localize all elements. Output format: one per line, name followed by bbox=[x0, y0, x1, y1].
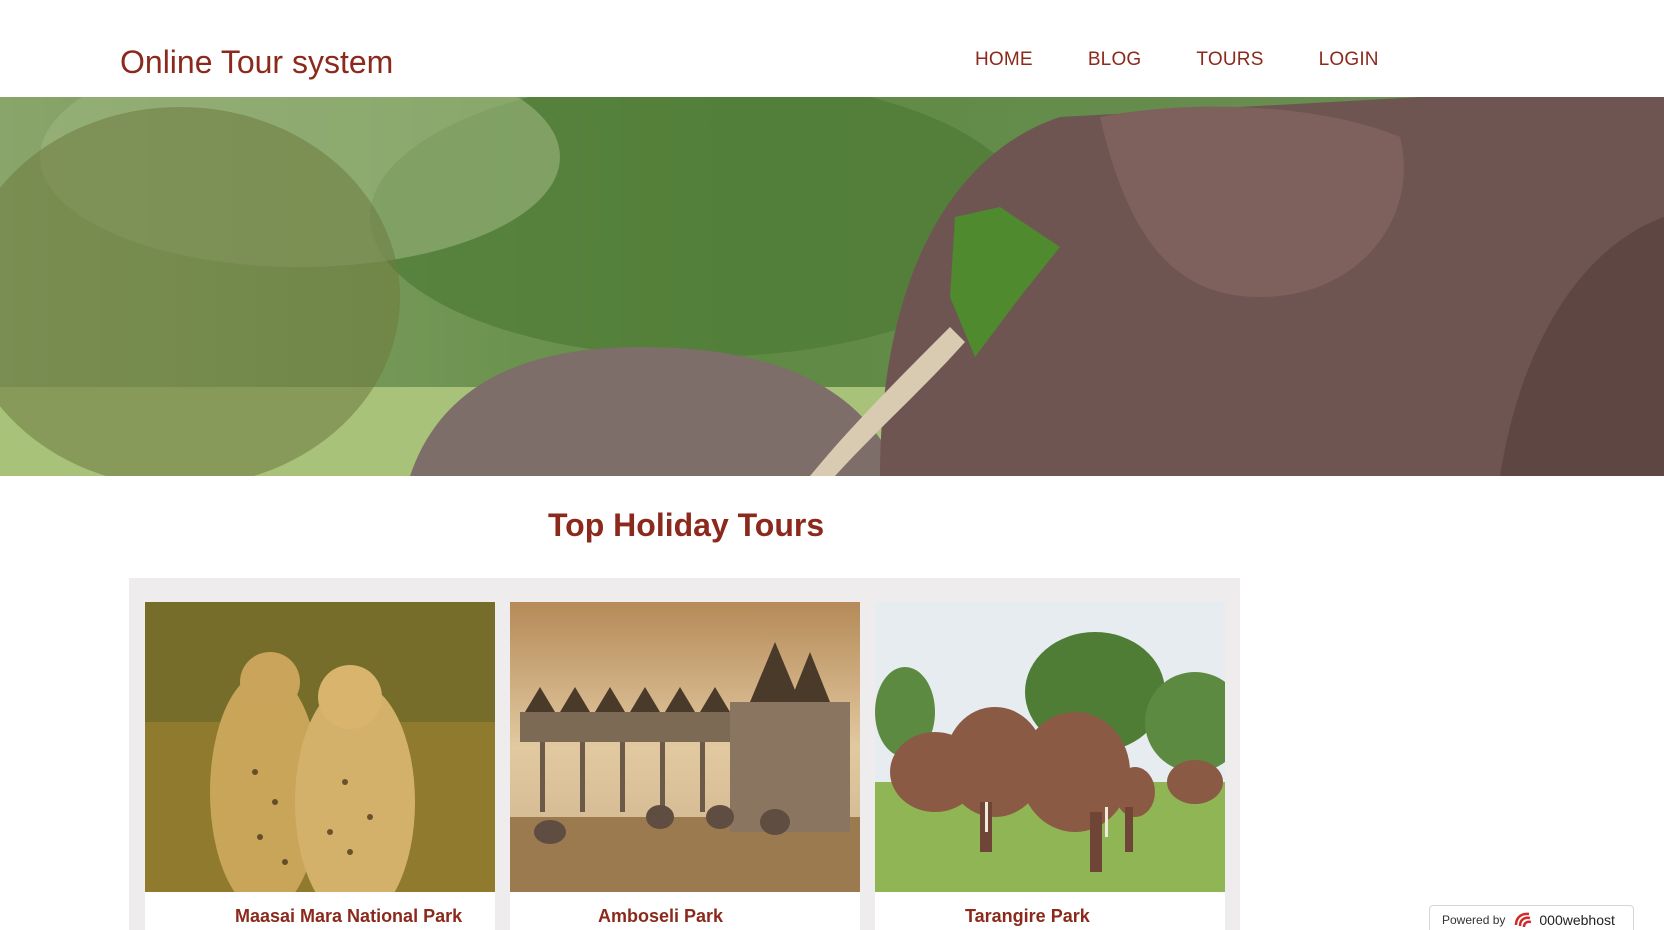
webhost-logo-icon bbox=[1513, 911, 1535, 929]
tour-card[interactable]: Tarangire Park bbox=[875, 602, 1225, 930]
hero-banner bbox=[0, 97, 1664, 476]
hosting-badge[interactable]: Powered by 000webhost bbox=[1429, 905, 1634, 930]
nav-blog-link[interactable]: BLOG bbox=[1088, 49, 1142, 71]
provider-name: 000webhost bbox=[1539, 912, 1615, 928]
elephant-herd-photo bbox=[875, 602, 1225, 892]
tour-name[interactable]: Tarangire Park bbox=[965, 906, 1090, 927]
tour-photo[interactable] bbox=[510, 602, 860, 892]
nav-tours-link[interactable]: TOURS bbox=[1196, 49, 1263, 71]
main-nav: HOME BLOG TOURS LOGIN bbox=[975, 49, 1434, 71]
hero-elephant-image bbox=[0, 97, 1664, 476]
tours-panel: Maasai Mara National Park Amboseli Park … bbox=[129, 578, 1240, 930]
tour-name[interactable]: Maasai Mara National Park bbox=[235, 906, 462, 927]
site-header: Online Tour system HOME BLOG TOURS LOGIN bbox=[0, 0, 1664, 97]
site-brand[interactable]: Online Tour system bbox=[120, 44, 393, 81]
cheetah-photo bbox=[145, 602, 495, 892]
section-title: Top Holiday Tours bbox=[548, 507, 825, 543]
tour-card[interactable]: Amboseli Park bbox=[510, 602, 860, 930]
lodge-elephants-photo bbox=[510, 602, 860, 892]
nav-login-link[interactable]: LOGIN bbox=[1319, 49, 1379, 71]
tour-photo[interactable] bbox=[145, 602, 495, 892]
nav-home-link[interactable]: HOME bbox=[975, 49, 1033, 71]
powered-by-label: Powered by bbox=[1442, 913, 1506, 927]
tour-name[interactable]: Amboseli Park bbox=[598, 906, 723, 927]
tour-card[interactable]: Maasai Mara National Park bbox=[145, 602, 495, 930]
tour-photo[interactable] bbox=[875, 602, 1225, 892]
